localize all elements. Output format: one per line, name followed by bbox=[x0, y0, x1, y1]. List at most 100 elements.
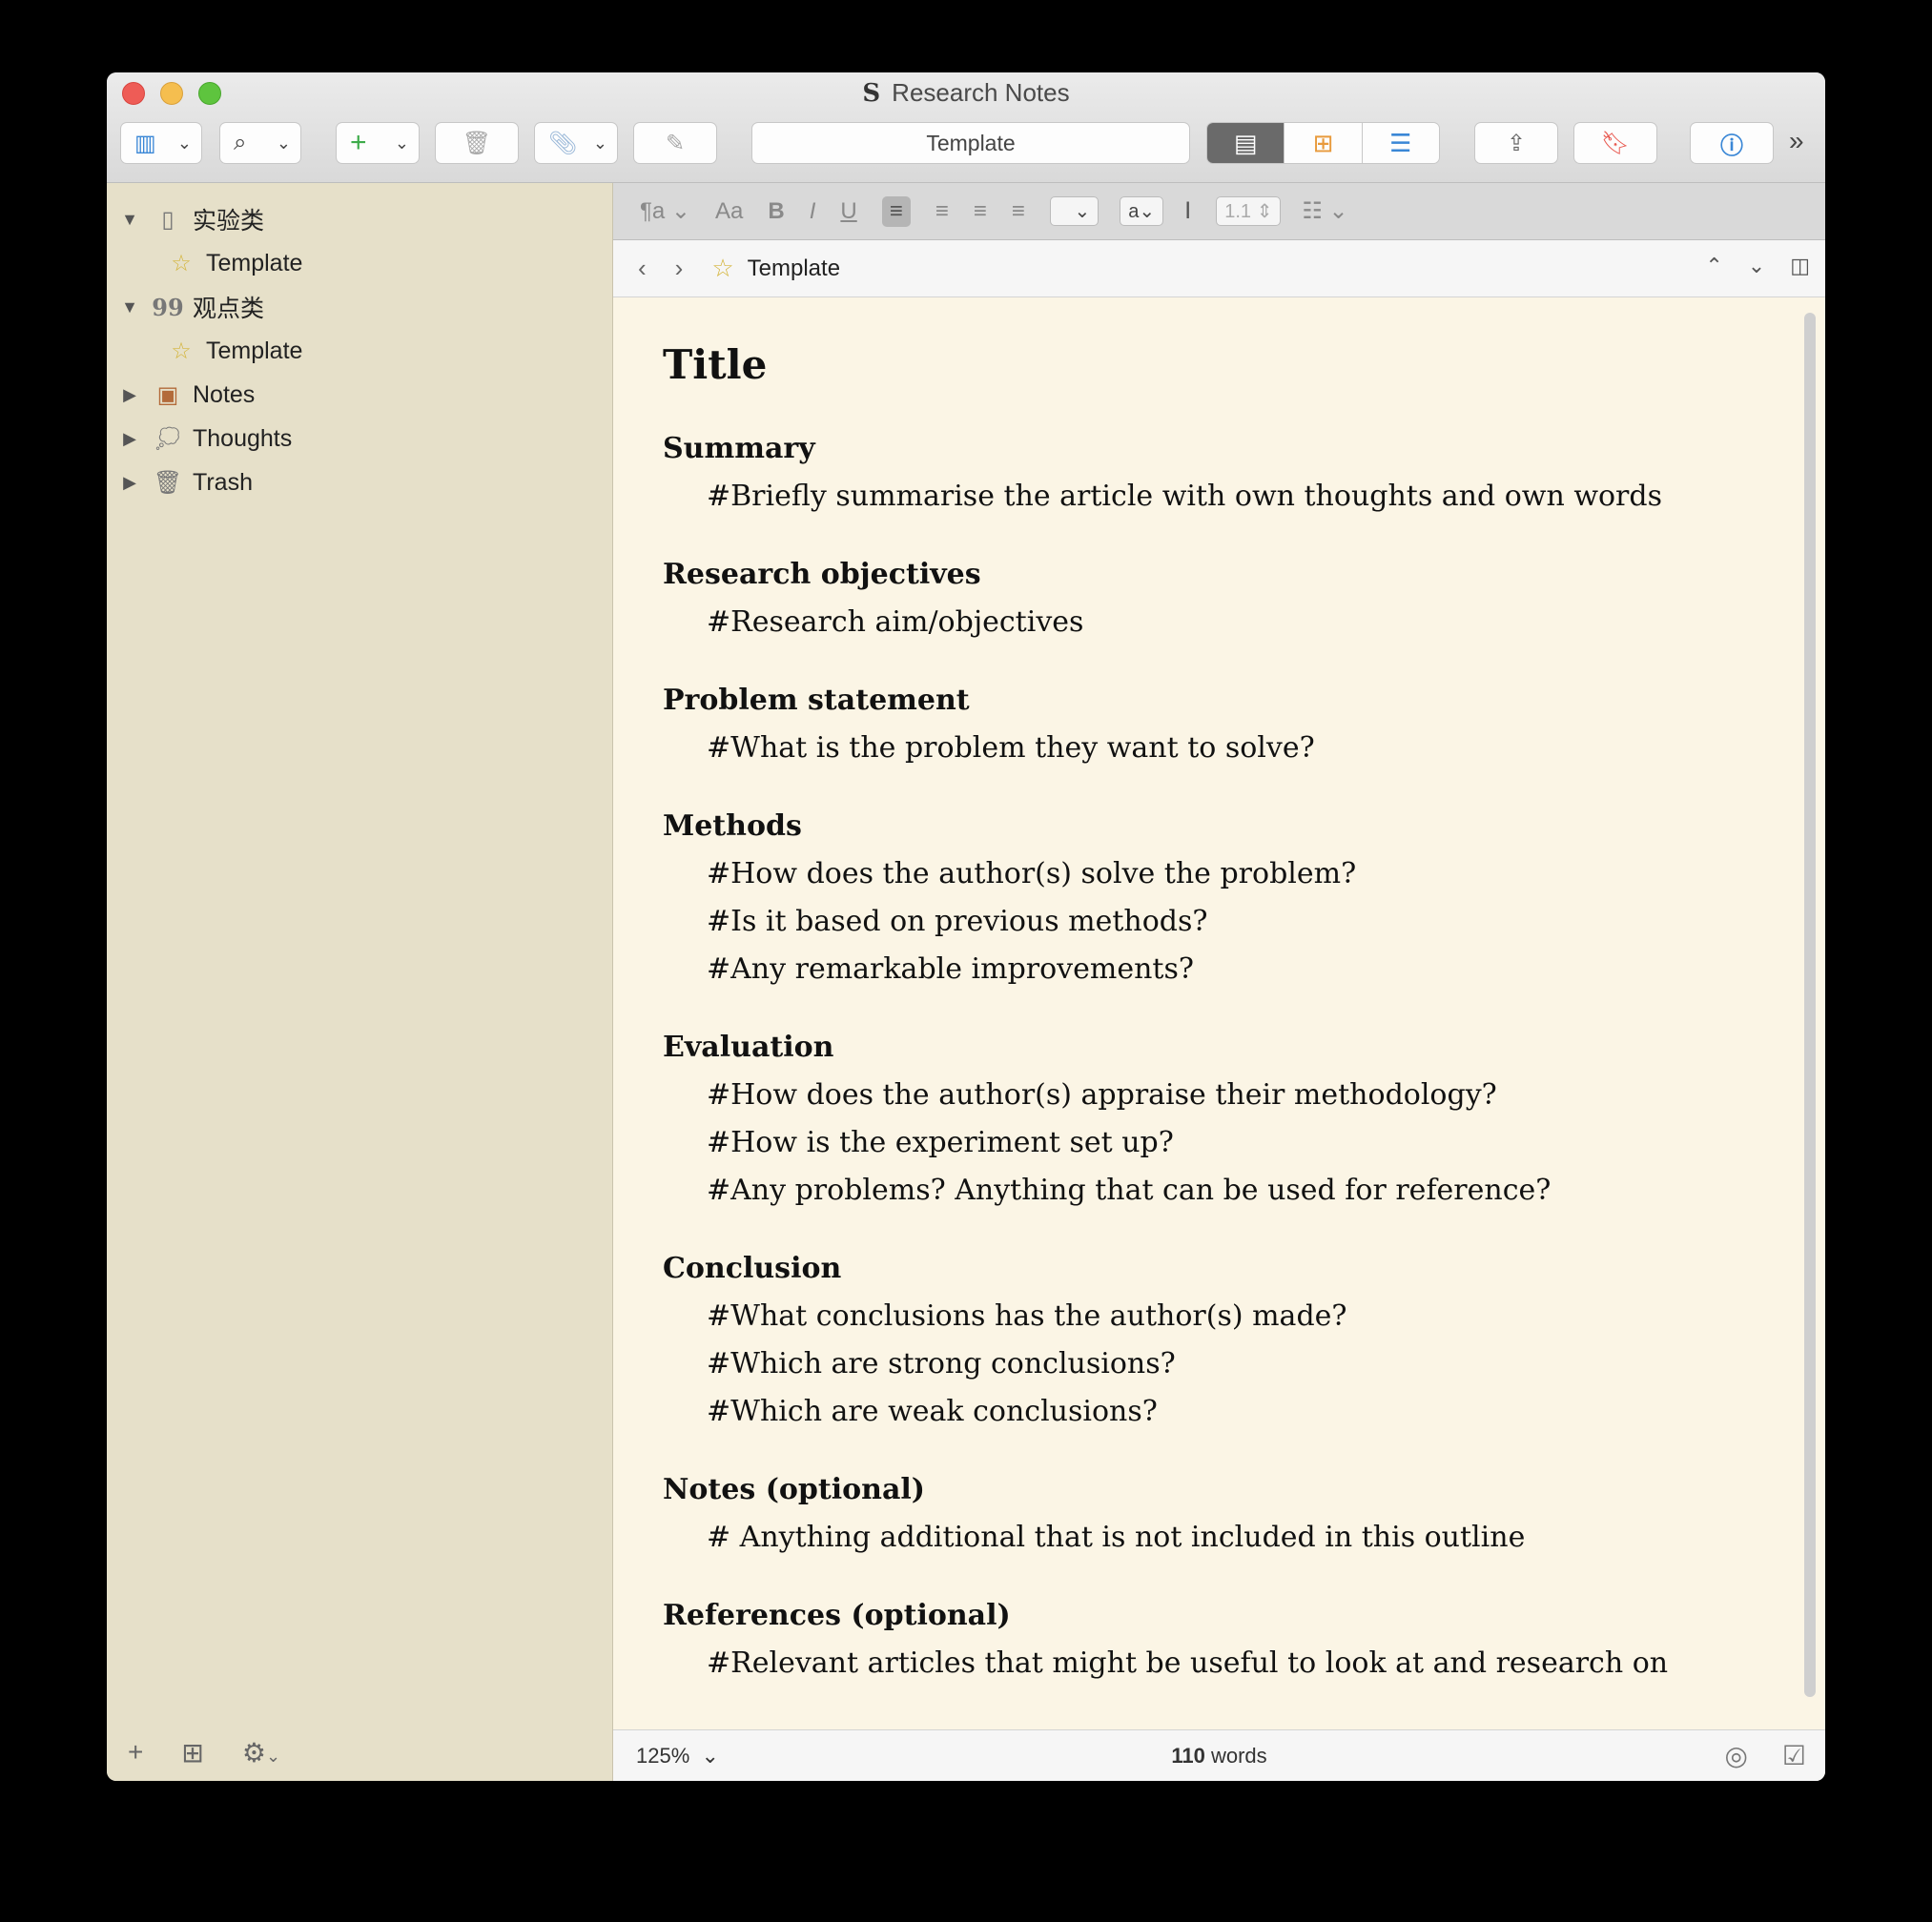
align-left-icon[interactable]: ≡ bbox=[881, 195, 911, 227]
chevron-down-icon: ⌄ bbox=[394, 133, 409, 153]
document-section: Notes (optional) # Anything additional th… bbox=[663, 1466, 1796, 1562]
section-heading: Conclusion bbox=[663, 1252, 842, 1285]
window-title: S Research Notes bbox=[862, 78, 1070, 108]
grid-icon: ⊞ bbox=[1312, 128, 1334, 157]
binder-item-trash[interactable]: ▶ 🗑︎ Trash bbox=[111, 463, 253, 501]
line-spacing-field[interactable]: 1.1 ⇕ bbox=[1216, 196, 1282, 226]
section-prompt-line: #Relevant articles that might be useful … bbox=[707, 1646, 1669, 1680]
section-prompt-line: #Any problems? Anything that can be used… bbox=[707, 1174, 1552, 1207]
document-title-field[interactable]: Template bbox=[751, 122, 1190, 164]
underline-icon[interactable]: U bbox=[840, 198, 856, 225]
paperclip-icon: 📎︎ bbox=[548, 130, 578, 156]
trash-icon: 🗑︎ bbox=[153, 469, 183, 496]
font-icon[interactable]: Aa bbox=[715, 198, 743, 225]
add-item-icon[interactable]: + bbox=[128, 1737, 143, 1768]
search-icon: ⌕ bbox=[234, 130, 247, 155]
section-heading: Notes (optional) bbox=[663, 1473, 925, 1506]
status-icons: ◎ ☑ bbox=[1724, 1740, 1806, 1771]
view-mode-button[interactable]: ▥ ⌄ bbox=[120, 122, 202, 164]
disclosure-open-icon[interactable]: ▼ bbox=[111, 210, 149, 230]
outline-view-button[interactable]: ☰ bbox=[1362, 123, 1439, 163]
section-prompt-line: #Which are strong conclusions? bbox=[707, 1347, 1176, 1380]
binder-item-template[interactable]: ☆ Template bbox=[162, 244, 302, 282]
section-heading: References (optional) bbox=[663, 1599, 1011, 1632]
section-prompt-line: #What is the problem they want to solve? bbox=[707, 731, 1315, 765]
document-text[interactable]: Title Summary #Briefly summarise the arti… bbox=[613, 297, 1796, 1724]
share-button[interactable]: ⇪ bbox=[1474, 122, 1558, 164]
editor-pane: ¶a ⌄ Aa B I U ≡ ≡ ≡ ≡ ⌄ a⌄ Ⅰ 1.1 ⇕ ☷ ⌄ ‹… bbox=[613, 183, 1825, 1781]
document-notes-icon[interactable]: ☑ bbox=[1782, 1740, 1806, 1771]
highlight-select[interactable]: a⌄ bbox=[1120, 196, 1164, 226]
editor-document-title: Template bbox=[747, 255, 841, 281]
add-button[interactable]: + ⌄ bbox=[336, 122, 420, 164]
binder-item-notes[interactable]: ▶ ▣ Notes bbox=[111, 376, 255, 414]
section-prompt-line: #Is it based on previous methods? bbox=[707, 905, 1208, 938]
search-button[interactable]: ⌕ ⌄ bbox=[219, 122, 301, 164]
attach-button[interactable]: 📎︎ ⌄ bbox=[534, 122, 618, 164]
forward-arrow-icon[interactable]: › bbox=[675, 254, 684, 283]
chevron-down-icon[interactable]: ⌄ bbox=[1748, 254, 1765, 278]
binder-item-folder[interactable]: ▼ 99 观点类 bbox=[111, 288, 264, 326]
chevron-down-icon: ⌄ bbox=[592, 133, 607, 153]
section-prompt-line: #What conclusions has the author(s) made… bbox=[707, 1299, 1347, 1333]
scrivener-doc-icon: S bbox=[862, 79, 881, 108]
document-section: References (optional) #Relevant articles … bbox=[663, 1592, 1796, 1687]
editor-header-controls: ⌃ ⌄ ◫ bbox=[1705, 254, 1810, 278]
paragraph-style-icon[interactable]: ¶a ⌄ bbox=[640, 197, 690, 225]
justify-icon[interactable]: ≡ bbox=[1012, 198, 1025, 225]
gear-icon[interactable]: ⚙⌄ bbox=[242, 1737, 280, 1769]
vertical-scrollbar[interactable] bbox=[1804, 313, 1816, 1697]
align-center-icon[interactable]: ≡ bbox=[935, 198, 949, 225]
chevron-down-icon: ⌄ bbox=[265, 1746, 281, 1766]
section-prompt-line: #Any remarkable improvements? bbox=[707, 952, 1194, 986]
toolbar-overflow-icon[interactable]: » bbox=[1789, 126, 1804, 156]
disclosure-closed-icon[interactable]: ▶ bbox=[111, 385, 149, 405]
split-view-icon[interactable]: ◫ bbox=[1790, 254, 1810, 278]
italic-icon[interactable]: I bbox=[810, 198, 816, 225]
section-prompt-line: #Research aim/objectives bbox=[707, 605, 1084, 639]
disclosure-closed-icon[interactable]: ▶ bbox=[111, 473, 149, 493]
document-section: Summary #Briefly summarise the article wi… bbox=[663, 425, 1796, 521]
binder-item-folder[interactable]: ▼ ▯ 实验类 bbox=[111, 200, 264, 238]
align-right-icon[interactable]: ≡ bbox=[974, 198, 987, 225]
notebook-icon: ▣ bbox=[156, 381, 179, 408]
list-icon[interactable]: ☷ ⌄ bbox=[1302, 197, 1347, 225]
view-mode-segmented-control: ▤ ⊞ ☰ bbox=[1206, 122, 1440, 164]
trash-icon: 🗑︎ bbox=[462, 130, 492, 156]
back-arrow-icon[interactable]: ‹ bbox=[638, 254, 647, 283]
binder-item-thoughts[interactable]: ▶ 💭︎ Thoughts bbox=[111, 419, 292, 458]
document-icon: ▤ bbox=[1233, 128, 1258, 157]
disclosure-closed-icon[interactable]: ▶ bbox=[111, 429, 149, 449]
bookmark-button[interactable]: 🔖︎ bbox=[1573, 122, 1657, 164]
section-heading: Evaluation bbox=[663, 1031, 834, 1064]
document-section: Research objectives #Research aim/objecti… bbox=[663, 551, 1796, 646]
add-folder-icon[interactable]: ⊞ bbox=[181, 1737, 203, 1769]
sidebar-footer: + ⊞ ⚙⌄ bbox=[107, 1724, 612, 1781]
disclosure-open-icon[interactable]: ▼ bbox=[111, 297, 149, 317]
compose-button[interactable]: ✎ bbox=[633, 122, 717, 164]
footer-bar: 125% ⌄ 110 words ◎ ☑ bbox=[613, 1729, 1825, 1781]
bold-icon[interactable]: B bbox=[768, 198, 784, 225]
chevron-down-icon: ⌄ bbox=[276, 133, 291, 153]
chevron-up-icon[interactable]: ⌃ bbox=[1705, 254, 1722, 278]
thought-bubble-icon: 💭︎ bbox=[153, 425, 183, 452]
binder-sidebar: ▼ ▯ 实验类 ☆ Template ▼ 99 观点类 ☆ Template ▶… bbox=[107, 183, 613, 1781]
text-color-select[interactable]: ⌄ bbox=[1049, 196, 1100, 226]
star-icon: ☆ bbox=[711, 254, 734, 282]
binder-item-template[interactable]: ☆ Template bbox=[162, 332, 302, 370]
scrivenings-view-button[interactable]: ▤ bbox=[1207, 123, 1285, 163]
document-section: Methods #How does the author(s) solve the… bbox=[663, 803, 1796, 993]
target-icon[interactable]: ◎ bbox=[1724, 1740, 1747, 1771]
section-heading: Research objectives bbox=[663, 558, 981, 591]
document-icon: ▯ bbox=[161, 206, 175, 233]
section-prompt-line: #How is the experiment set up? bbox=[707, 1126, 1174, 1159]
document-sections: Summary #Briefly summarise the article wi… bbox=[663, 425, 1796, 1687]
delete-button[interactable]: 🗑︎ bbox=[435, 122, 519, 164]
share-icon: ⇪ bbox=[1506, 130, 1527, 156]
section-prompt-line: # Anything additional that is not includ… bbox=[707, 1521, 1526, 1554]
line-spacing-icon: Ⅰ bbox=[1184, 198, 1192, 224]
compose-icon: ✎ bbox=[665, 130, 686, 156]
word-count: 110 words bbox=[1171, 1744, 1267, 1768]
corkboard-view-button[interactable]: ⊞ bbox=[1285, 123, 1363, 163]
inspector-button[interactable]: ⓘ bbox=[1690, 122, 1774, 164]
